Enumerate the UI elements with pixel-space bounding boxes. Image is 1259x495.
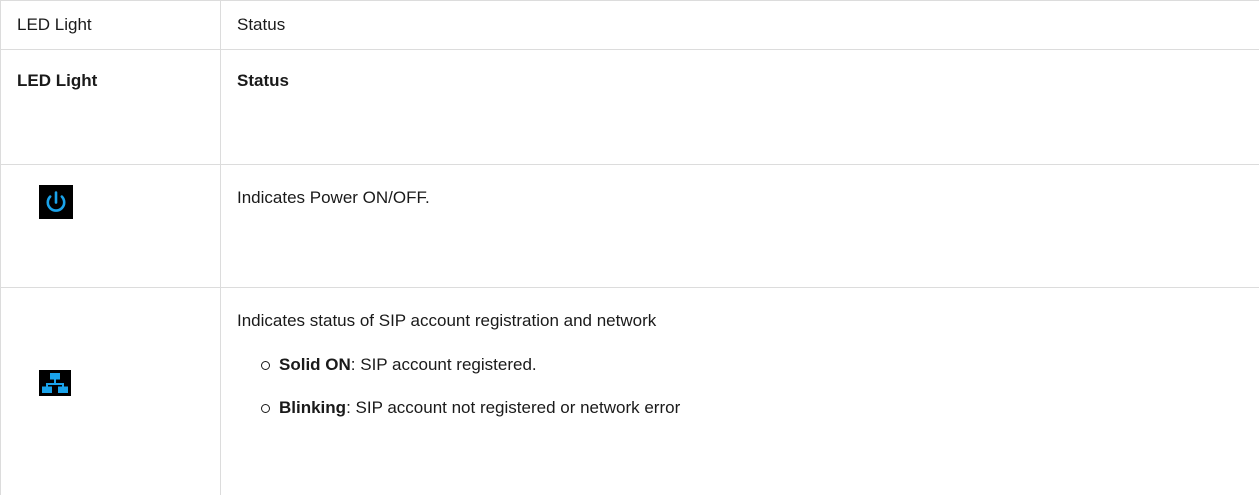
table-header-row: LED Light Status <box>1 1 1259 50</box>
status-term: Solid ON <box>279 355 351 374</box>
table-row: Indicates status of SIP account registra… <box>1 288 1259 495</box>
power-description: Indicates Power ON/OFF. <box>221 165 1259 288</box>
led-icon-cell <box>1 165 221 288</box>
status-text: : SIP account registered. <box>351 355 537 374</box>
header-status: Status <box>221 1 1259 50</box>
network-description-cell: Indicates status of SIP account registra… <box>221 288 1259 495</box>
status-term: Blinking <box>279 398 346 417</box>
network-status-list: Solid ON: SIP account registered. Blinki… <box>237 354 1259 419</box>
led-icon-cell <box>1 288 221 495</box>
led-status-table-wrapper: LED Light Status LED Light Status Indica… <box>0 0 1259 429</box>
circle-bullet-icon <box>261 404 270 413</box>
power-icon <box>39 185 73 219</box>
subheader-led-light: LED Light <box>1 50 221 165</box>
list-item: Solid ON: SIP account registered. <box>261 354 1259 376</box>
network-description: Indicates status of SIP account registra… <box>237 310 1259 332</box>
table-subheader-row: LED Light Status <box>1 50 1259 165</box>
table-row: Indicates Power ON/OFF. <box>1 165 1259 288</box>
network-icon <box>39 370 71 396</box>
led-status-table: LED Light Status LED Light Status Indica… <box>0 0 1259 495</box>
circle-bullet-icon <box>261 361 270 370</box>
list-item: Blinking: SIP account not registered or … <box>261 397 1259 419</box>
header-led-light: LED Light <box>1 1 221 50</box>
subheader-status: Status <box>221 50 1259 165</box>
status-text: : SIP account not registered or network … <box>346 398 680 417</box>
